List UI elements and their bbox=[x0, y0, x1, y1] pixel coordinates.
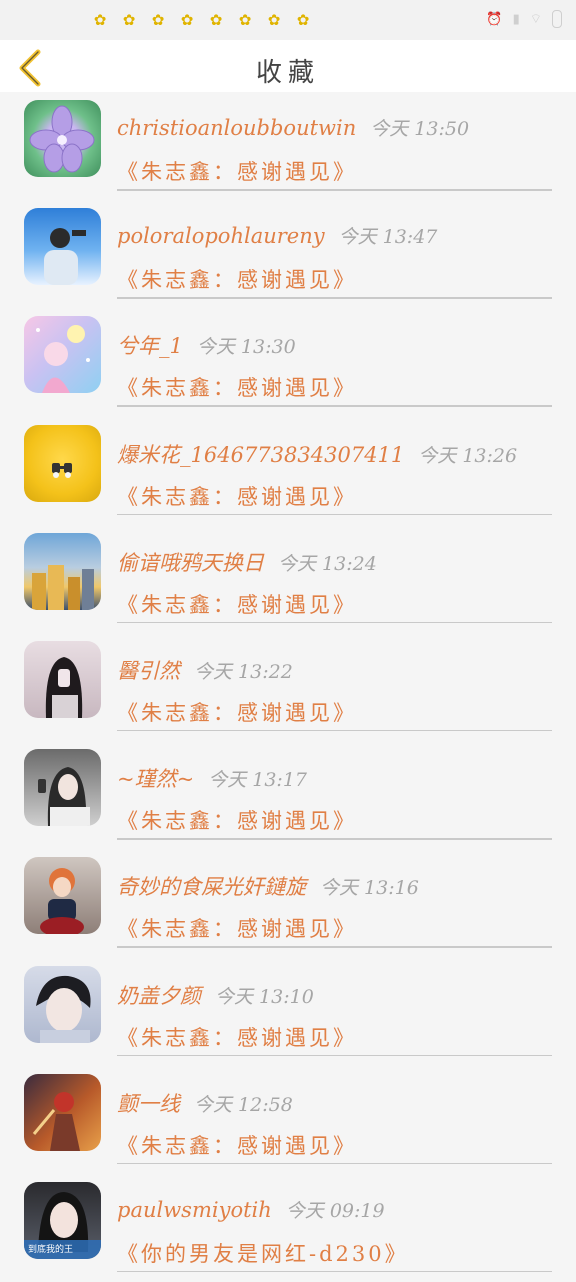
avatar[interactable] bbox=[24, 100, 101, 177]
game-character-image bbox=[32, 1091, 80, 1151]
avatar[interactable]: 到底我的王 bbox=[24, 1181, 101, 1259]
divider bbox=[117, 946, 552, 948]
avatar[interactable] bbox=[24, 532, 101, 610]
signal-icon: ▮ bbox=[512, 11, 520, 27]
list-item[interactable]: 爆米花_1646773834307411 今天 13:26 《朱志鑫：感谢遇见》 bbox=[0, 417, 576, 525]
user-name: ~瑾然~ 今天 13:17 bbox=[117, 767, 307, 792]
avatar[interactable] bbox=[24, 749, 101, 827]
work-title-link[interactable]: 《朱志鑫：感谢遇见》 bbox=[117, 372, 357, 402]
alarm-icon: ⏰ bbox=[486, 11, 503, 27]
list-item[interactable]: poloralopohlaureny 今天 13:47 《朱志鑫：感谢遇见》 bbox=[0, 200, 576, 308]
user-name: 奶盖夕颜 今天 13:10 bbox=[117, 983, 314, 1008]
work-title-link[interactable]: 《你的男友是网红-d230》 bbox=[117, 1238, 409, 1268]
work-title-link[interactable]: 《朱志鑫：感谢遇见》 bbox=[117, 589, 357, 619]
user-name: christioanloubboutwin 今天 13:50 bbox=[117, 116, 470, 140]
time-label: 今天 13:50 bbox=[370, 118, 470, 140]
list-item[interactable]: 奇妙的食屎光奸鏈旋 今天 13:16 《朱志鑫：感谢遇见》 bbox=[0, 849, 576, 957]
work-title-link[interactable]: 《朱志鑫：感谢遇见》 bbox=[117, 156, 357, 186]
anime-image bbox=[36, 325, 90, 394]
flower-icon: ✿ bbox=[238, 11, 252, 29]
list-item[interactable]: 兮年_1 今天 13:30 《朱志鑫：感谢遇见》 bbox=[0, 308, 576, 416]
divider bbox=[117, 297, 552, 299]
work-title-link[interactable]: 《朱志鑫：感谢遇见》 bbox=[117, 1130, 357, 1160]
divider bbox=[117, 1270, 552, 1273]
avatar[interactable] bbox=[24, 640, 101, 718]
list-item[interactable]: 醫引然 今天 13:22 《朱志鑫：感谢遇见》 bbox=[0, 633, 576, 741]
work-title-link[interactable]: 《朱志鑫：感谢遇见》 bbox=[117, 805, 357, 835]
person-image bbox=[36, 975, 91, 1043]
list-item[interactable]: 颤一线 今天 12:58 《朱志鑫：感谢遇见》 bbox=[0, 1066, 576, 1174]
user-name: paulwsmiyotih 今天 09:19 bbox=[117, 1197, 385, 1222]
list-item[interactable]: 到底我的王 paulwsmiyotih 今天 09:19 《你的男友是网红-d23… bbox=[0, 1174, 576, 1282]
time-label: 今天 13:26 bbox=[418, 444, 518, 467]
divider bbox=[117, 1054, 552, 1056]
divider bbox=[117, 405, 552, 407]
divider bbox=[117, 189, 552, 191]
work-title-link[interactable]: 《朱志鑫：感谢遇见》 bbox=[117, 913, 357, 943]
avatar[interactable] bbox=[24, 857, 101, 935]
flower-icon: ✿ bbox=[209, 11, 223, 29]
flower-icon: ✿ bbox=[296, 11, 310, 29]
user-name: poloralopohlaureny 今天 13:47 bbox=[117, 224, 438, 249]
child-image bbox=[40, 868, 84, 935]
list-item[interactable]: ~瑾然~ 今天 13:17 《朱志鑫：感谢遇见》 bbox=[0, 741, 576, 849]
favorites-list: christioanloubboutwin 今天 13:50 《朱志鑫：感谢遇见》… bbox=[0, 92, 576, 1282]
divider bbox=[117, 621, 552, 624]
divider bbox=[117, 838, 552, 840]
battery-icon bbox=[552, 10, 562, 28]
divider bbox=[117, 1162, 552, 1165]
wifi-icon: ⌔ bbox=[529, 12, 542, 27]
work-title-link[interactable]: 《朱志鑫：感谢遇见》 bbox=[117, 481, 357, 511]
user-name: 偷谙哦鸦天换日 今天 13:24 bbox=[117, 550, 377, 575]
time-label: 今天 13:16 bbox=[320, 877, 419, 900]
work-title-link[interactable]: 《朱志鑫：感谢遇见》 bbox=[117, 1022, 357, 1052]
status-bar: ✿ ✿ ✿ ✿ ✿ ✿ ✿ ✿ ⏰ ▮ ⌔ bbox=[0, 0, 576, 40]
yellow-fluffy-image bbox=[52, 462, 72, 478]
avatar[interactable] bbox=[24, 1073, 101, 1151]
list-item[interactable]: 偷谙哦鸦天换日 今天 13:24 《朱志鑫：感谢遇见》 bbox=[0, 525, 576, 633]
avatar-caption: 到底我的王 bbox=[28, 1244, 74, 1255]
flower-image bbox=[29, 105, 95, 173]
time-label: 今天 13:10 bbox=[215, 985, 314, 1008]
person-image bbox=[44, 228, 86, 286]
user-name: 醫引然 今天 13:22 bbox=[117, 658, 293, 683]
page-title: 收藏 bbox=[255, 58, 320, 88]
flower-icon: ✿ bbox=[180, 11, 194, 29]
avatar[interactable] bbox=[24, 424, 101, 502]
work-title-link[interactable]: 《朱志鑫：感谢遇见》 bbox=[117, 264, 357, 294]
time-label: 今天 13:17 bbox=[208, 769, 307, 792]
time-label: 今天 13:22 bbox=[194, 660, 293, 683]
city-image bbox=[32, 564, 94, 610]
status-right: ⏰ ▮ ⌔ bbox=[486, 10, 562, 28]
user-name: 爆米花_1646773834307411 今天 13:26 bbox=[117, 442, 518, 467]
divider bbox=[117, 729, 552, 732]
person-image bbox=[45, 656, 83, 718]
flower-icon: ✿ bbox=[267, 11, 281, 29]
time-label: 今天 13:47 bbox=[338, 226, 438, 249]
work-title-link[interactable]: 《朱志鑫：感谢遇见》 bbox=[117, 697, 357, 727]
avatar[interactable] bbox=[24, 316, 101, 394]
time-label: 今天 09:19 bbox=[285, 1199, 385, 1222]
notification-icons: ✿ ✿ ✿ ✿ ✿ ✿ ✿ ✿ bbox=[90, 10, 313, 30]
flower-icon: ✿ bbox=[151, 11, 165, 29]
list-item[interactable]: 奶盖夕颜 今天 13:10 《朱志鑫：感谢遇见》 bbox=[0, 958, 576, 1066]
divider bbox=[117, 513, 552, 516]
user-name: 奇妙的食屎光奸鏈旋 今天 13:16 bbox=[117, 875, 419, 900]
time-label: 今天 13:24 bbox=[278, 552, 377, 575]
flower-icon: ✿ bbox=[122, 11, 136, 29]
header: 收藏 bbox=[0, 40, 576, 92]
flower-icon: ✿ bbox=[93, 11, 107, 29]
time-label: 今天 12:58 bbox=[194, 1093, 293, 1116]
avatar[interactable] bbox=[24, 965, 101, 1043]
user-name: 兮年_1 今天 13:30 bbox=[117, 334, 296, 359]
person-image bbox=[38, 767, 90, 827]
user-name: 颤一线 今天 12:58 bbox=[117, 1091, 293, 1116]
list-item[interactable]: christioanloubboutwin 今天 13:50 《朱志鑫：感谢遇见》 bbox=[0, 92, 576, 200]
time-label: 今天 13:30 bbox=[196, 336, 296, 359]
avatar[interactable] bbox=[24, 208, 101, 286]
